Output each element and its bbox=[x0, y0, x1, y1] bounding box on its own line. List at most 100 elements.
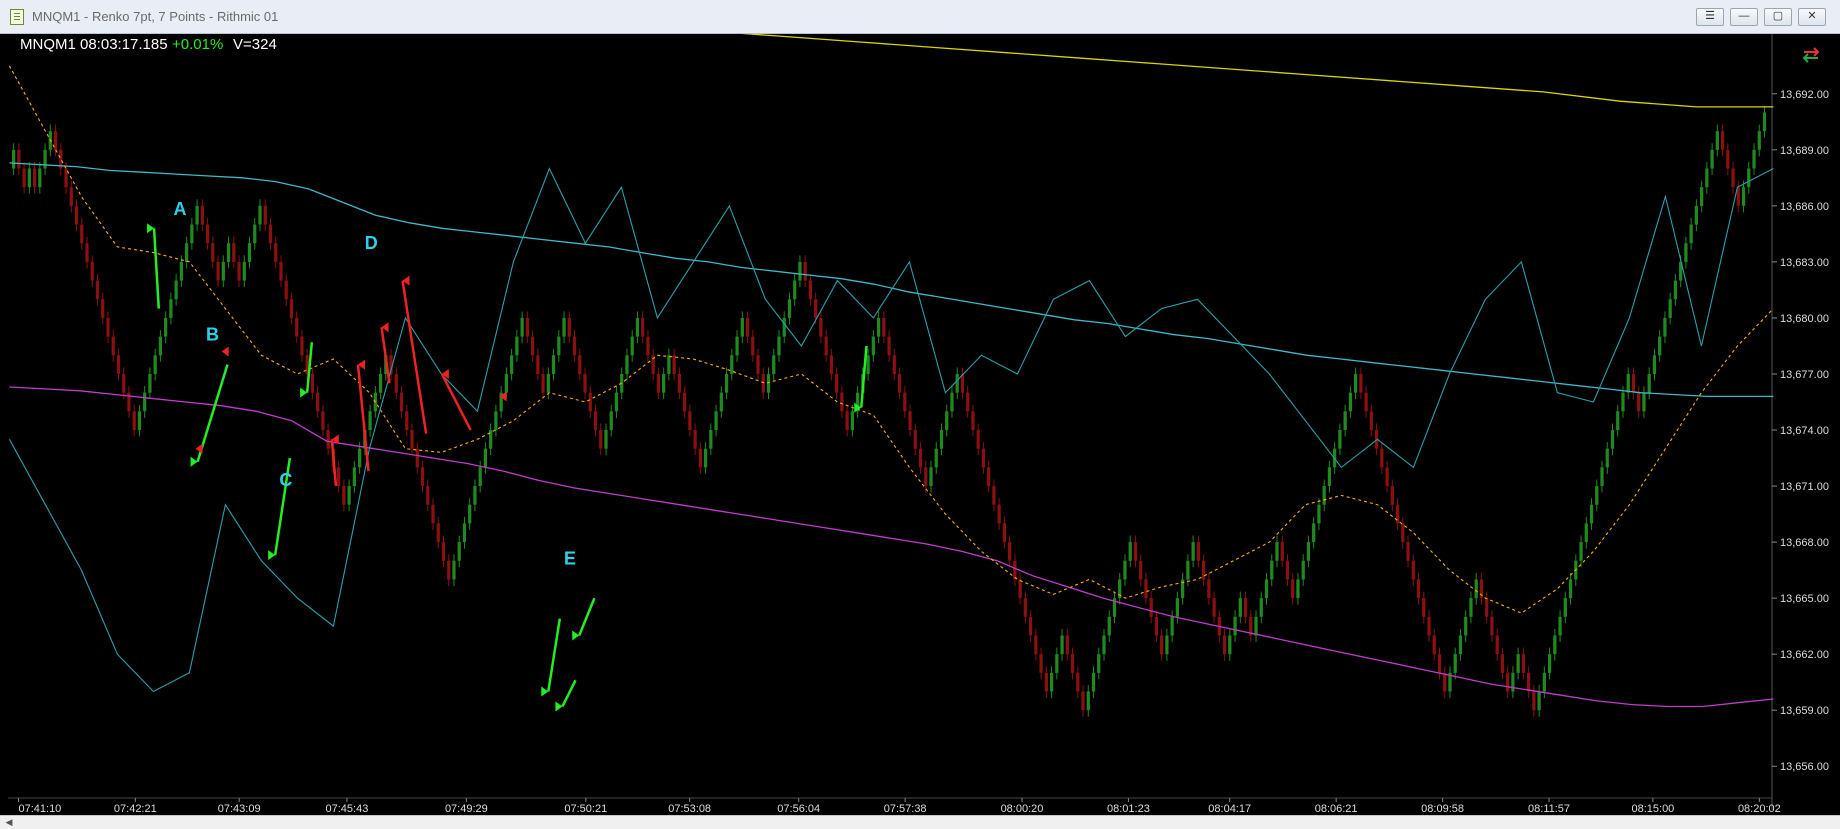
down-brick bbox=[583, 373, 587, 393]
time-tick-label: 07:57:38 bbox=[884, 803, 927, 815]
price-tick-label: 13,656.00 bbox=[1780, 761, 1829, 773]
up-brick bbox=[1595, 486, 1599, 505]
down-brick bbox=[1359, 373, 1363, 393]
down-brick bbox=[122, 373, 126, 393]
down-brick bbox=[588, 392, 592, 412]
up-brick bbox=[793, 280, 797, 300]
up-brick bbox=[1537, 691, 1541, 711]
window-title: MNQM1 - Renko 7pt, 7 Points - Rithmic 01 bbox=[32, 9, 279, 24]
down-brick bbox=[572, 336, 577, 356]
down-brick bbox=[918, 448, 923, 468]
down-brick bbox=[641, 317, 645, 337]
down-brick bbox=[74, 205, 79, 225]
up-brick bbox=[1699, 187, 1704, 206]
price-tick-label: 13,677.00 bbox=[1780, 369, 1829, 381]
down-brick bbox=[688, 411, 692, 431]
down-brick bbox=[410, 430, 414, 449]
down-brick bbox=[326, 430, 330, 449]
down-brick bbox=[17, 149, 21, 169]
down-brick bbox=[1437, 654, 1442, 673]
time-tick-label: 08:15:00 bbox=[1631, 803, 1674, 815]
down-brick bbox=[1395, 504, 1400, 524]
up-brick bbox=[1553, 635, 1557, 655]
maximize-button[interactable]: ▢ bbox=[1764, 8, 1792, 26]
down-brick bbox=[808, 280, 813, 300]
up-brick bbox=[798, 261, 802, 281]
renko-chart[interactable]: A B C D E 13,692.00 13,689.00 13,686.00 13,683.… bbox=[0, 0, 1840, 815]
down-brick bbox=[1133, 542, 1138, 561]
down-brick bbox=[1443, 672, 1447, 692]
time-tick-label: 08:00:20 bbox=[1001, 803, 1044, 815]
up-brick bbox=[221, 261, 225, 281]
up-brick bbox=[1170, 616, 1174, 636]
minimize-button[interactable]: — bbox=[1730, 8, 1758, 26]
up-brick bbox=[934, 448, 938, 468]
down-brick bbox=[1385, 467, 1389, 487]
down-brick bbox=[1028, 616, 1033, 636]
up-brick bbox=[1600, 467, 1604, 487]
down-brick bbox=[1432, 635, 1436, 655]
up-brick bbox=[1516, 654, 1520, 673]
up-brick bbox=[483, 448, 488, 468]
up-brick bbox=[1275, 542, 1279, 561]
down-brick bbox=[987, 467, 991, 487]
scroll-left-icon[interactable]: ◀ bbox=[2, 816, 16, 829]
up-brick bbox=[1097, 654, 1101, 673]
down-brick bbox=[1034, 635, 1038, 655]
up-brick bbox=[1715, 131, 1719, 150]
chart-panel[interactable]: A B C D E 13,692.00 13,689.00 13,686.00 13,683.… bbox=[0, 0, 1840, 815]
down-brick bbox=[1422, 598, 1426, 617]
down-brick bbox=[1044, 672, 1048, 692]
up-brick bbox=[1049, 672, 1054, 692]
up-brick bbox=[468, 504, 472, 524]
down-brick bbox=[745, 317, 750, 337]
up-brick bbox=[1694, 205, 1698, 225]
down-brick bbox=[85, 243, 89, 262]
up-brick bbox=[614, 392, 619, 412]
up-brick bbox=[242, 261, 246, 281]
title-bar[interactable]: MNQM1 - Renko 7pt, 7 Points - Rithmic 01… bbox=[0, 0, 1840, 34]
down-brick bbox=[1076, 672, 1080, 692]
down-brick bbox=[1149, 598, 1153, 617]
down-brick bbox=[971, 411, 975, 431]
down-brick bbox=[1160, 635, 1164, 655]
down-brick bbox=[1720, 131, 1725, 150]
time-tick-label: 08:11:57 bbox=[1528, 803, 1570, 815]
down-brick bbox=[824, 336, 828, 356]
down-brick bbox=[599, 430, 603, 449]
down-brick bbox=[274, 243, 278, 262]
up-brick bbox=[714, 411, 718, 431]
down-brick bbox=[1144, 579, 1148, 599]
up-brick bbox=[190, 224, 194, 244]
up-brick bbox=[1327, 467, 1332, 487]
header-time: 08:03:17.185 bbox=[80, 36, 168, 53]
time-tick-label: 08:06:21 bbox=[1315, 803, 1358, 815]
horizontal-scrollbar[interactable]: ◀ bbox=[0, 815, 1840, 829]
annotation-label: D bbox=[365, 233, 378, 253]
down-brick bbox=[1364, 392, 1368, 412]
up-brick bbox=[662, 373, 666, 393]
time-tick-label: 07:45:43 bbox=[326, 803, 369, 815]
down-brick bbox=[814, 299, 818, 318]
up-brick bbox=[473, 486, 477, 505]
down-brick bbox=[300, 336, 304, 356]
up-brick bbox=[866, 355, 870, 374]
down-brick bbox=[310, 373, 315, 393]
down-brick bbox=[289, 299, 294, 318]
menu-button[interactable]: ☰ bbox=[1696, 8, 1724, 26]
down-brick bbox=[530, 336, 535, 356]
up-brick bbox=[777, 336, 781, 356]
time-tick-label: 07:53:08 bbox=[668, 803, 711, 815]
up-brick bbox=[782, 317, 786, 337]
close-button[interactable]: ✕ bbox=[1798, 8, 1826, 26]
up-brick bbox=[143, 392, 147, 412]
time-tick-label: 07:42:21 bbox=[114, 803, 157, 815]
up-brick bbox=[876, 317, 881, 337]
down-brick bbox=[924, 467, 928, 487]
up-brick bbox=[703, 448, 708, 468]
down-brick bbox=[887, 336, 891, 356]
down-brick bbox=[1526, 672, 1531, 692]
up-brick bbox=[164, 317, 168, 337]
down-brick bbox=[216, 261, 220, 281]
up-brick bbox=[635, 317, 640, 337]
